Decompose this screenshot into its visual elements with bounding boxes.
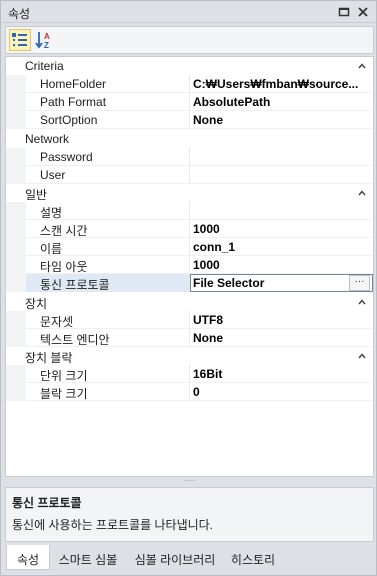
property-value[interactable]: AbsolutePath	[193, 95, 369, 109]
property-value[interactable]: None	[193, 331, 369, 345]
category-label: 장치	[25, 297, 48, 311]
property-toolbar: A Z	[5, 26, 374, 54]
category-device[interactable]: 장치	[6, 293, 373, 311]
property-name: 단위 크기	[40, 369, 88, 383]
property-value[interactable]: C:₩Users₩fmban₩source...	[193, 77, 369, 91]
property-name: User	[40, 168, 66, 182]
row-indent	[6, 166, 26, 184]
category-network[interactable]: Network	[6, 130, 373, 148]
row-indent	[6, 111, 26, 129]
sort-alpha-icon: A Z	[35, 32, 50, 50]
row-indent	[6, 365, 26, 383]
panel-title: 속성	[8, 7, 31, 21]
tab-history[interactable]: 히스토리	[227, 545, 279, 570]
property-name: 통신 프로토콜	[40, 278, 110, 292]
row-indent	[6, 75, 26, 93]
panel-splitter[interactable]: ····	[5, 477, 374, 486]
description-body: 통신에 사용하는 프로트콜를 나타냅니다.	[12, 518, 214, 532]
panel-titlebar: 속성	[1, 1, 376, 23]
property-value[interactable]: UTF8	[193, 313, 369, 327]
row-indent	[6, 383, 26, 401]
property-row-block-size[interactable]: 블락 크기 0	[6, 383, 373, 401]
tab-properties[interactable]: 속성	[6, 545, 50, 570]
property-name: 이름	[40, 242, 63, 256]
svg-text:Z: Z	[44, 41, 49, 50]
category-device-block[interactable]: 장치 블락	[6, 347, 373, 365]
tab-smart-symbol[interactable]: 스마트 심볼	[53, 545, 123, 570]
category-label: Criteria	[25, 59, 64, 73]
restore-icon[interactable]	[337, 5, 351, 19]
property-name: 문자셋	[40, 315, 74, 329]
property-row-user[interactable]: User	[6, 166, 373, 184]
property-row-password[interactable]: Password	[6, 148, 373, 166]
property-row-timeout[interactable]: 타임 아웃 1000	[6, 256, 373, 274]
row-indent	[6, 220, 26, 238]
property-value[interactable]: None	[193, 113, 369, 127]
property-name: 타임 아웃	[40, 260, 88, 274]
property-row-text-endian[interactable]: 텍스트 엔디안 None	[6, 329, 373, 347]
property-row-charset[interactable]: 문자셋 UTF8	[6, 311, 373, 329]
property-row-name[interactable]: 이름 conn_1	[6, 238, 373, 256]
property-name: SortOption	[40, 113, 98, 127]
chevron-up-icon[interactable]	[357, 188, 367, 198]
property-row-sortoption[interactable]: SortOption None	[6, 111, 373, 129]
categorized-list-icon	[12, 33, 27, 46]
category-criteria[interactable]: Criteria	[6, 57, 373, 75]
property-row-description[interactable]: 설명	[6, 202, 373, 220]
property-name: 블락 크기	[40, 387, 88, 401]
property-value[interactable]: conn_1	[193, 240, 369, 254]
category-label: Network	[25, 132, 70, 146]
row-indent	[6, 311, 26, 329]
description-title: 통신 프로토콜	[12, 496, 82, 510]
description-pane: 통신 프로토콜 통신에 사용하는 프로트콜를 나타냅니다.	[5, 487, 374, 542]
ellipsis-button[interactable]: ···	[349, 275, 370, 291]
property-value[interactable]: 1000	[193, 222, 369, 236]
property-name: HomeFolder	[40, 77, 107, 91]
property-value[interactable]: File Selector	[193, 276, 369, 290]
property-row-homefolder[interactable]: HomeFolder C:₩Users₩fmban₩source...	[6, 75, 373, 93]
property-value[interactable]: 16Bit	[193, 367, 369, 381]
bottom-tab-bar: 속성 스마트 심볼 심볼 라이브러리 히스토리	[1, 545, 376, 575]
row-indent	[6, 329, 26, 347]
property-name: Password	[40, 150, 93, 164]
category-label: 일반	[25, 188, 48, 202]
category-general[interactable]: 일반	[6, 184, 373, 202]
property-row-path-format[interactable]: Path Format AbsolutePath	[6, 93, 373, 111]
property-grid: Criteria HomeFolder C:₩Users₩fmban₩sourc…	[5, 56, 374, 477]
svg-text:A: A	[44, 32, 50, 41]
property-name: 스캔 시간	[40, 224, 88, 238]
row-indent	[6, 256, 26, 274]
properties-panel: 속성 A Z Criteria HomeFolder C:₩Users₩fmba…	[0, 0, 377, 576]
row-indent	[6, 93, 26, 111]
row-indent	[6, 274, 26, 292]
property-row-unit-size[interactable]: 단위 크기 16Bit	[6, 365, 373, 383]
category-label: 장치 블락	[25, 351, 73, 365]
close-icon[interactable]	[356, 5, 370, 19]
row-indent	[6, 202, 26, 220]
property-value[interactable]: 0	[193, 385, 369, 399]
property-name: 텍스트 엔디안	[40, 333, 110, 347]
categorized-view-button[interactable]	[9, 29, 31, 51]
property-name: Path Format	[40, 95, 107, 109]
alphabetical-view-button[interactable]: A Z	[33, 29, 55, 51]
property-value[interactable]: 1000	[193, 258, 369, 272]
property-name: 설명	[40, 206, 63, 220]
chevron-up-icon[interactable]	[357, 297, 367, 307]
row-indent	[6, 148, 26, 166]
chevron-up-icon[interactable]	[357, 351, 367, 361]
property-row-scan-time[interactable]: 스캔 시간 1000	[6, 220, 373, 238]
row-indent	[6, 238, 26, 256]
chevron-up-icon[interactable]	[357, 61, 367, 71]
property-row-protocol[interactable]: 통신 프로토콜 File Selector ···	[6, 274, 373, 292]
tab-symbol-library[interactable]: 심볼 라이브러리	[129, 545, 221, 570]
